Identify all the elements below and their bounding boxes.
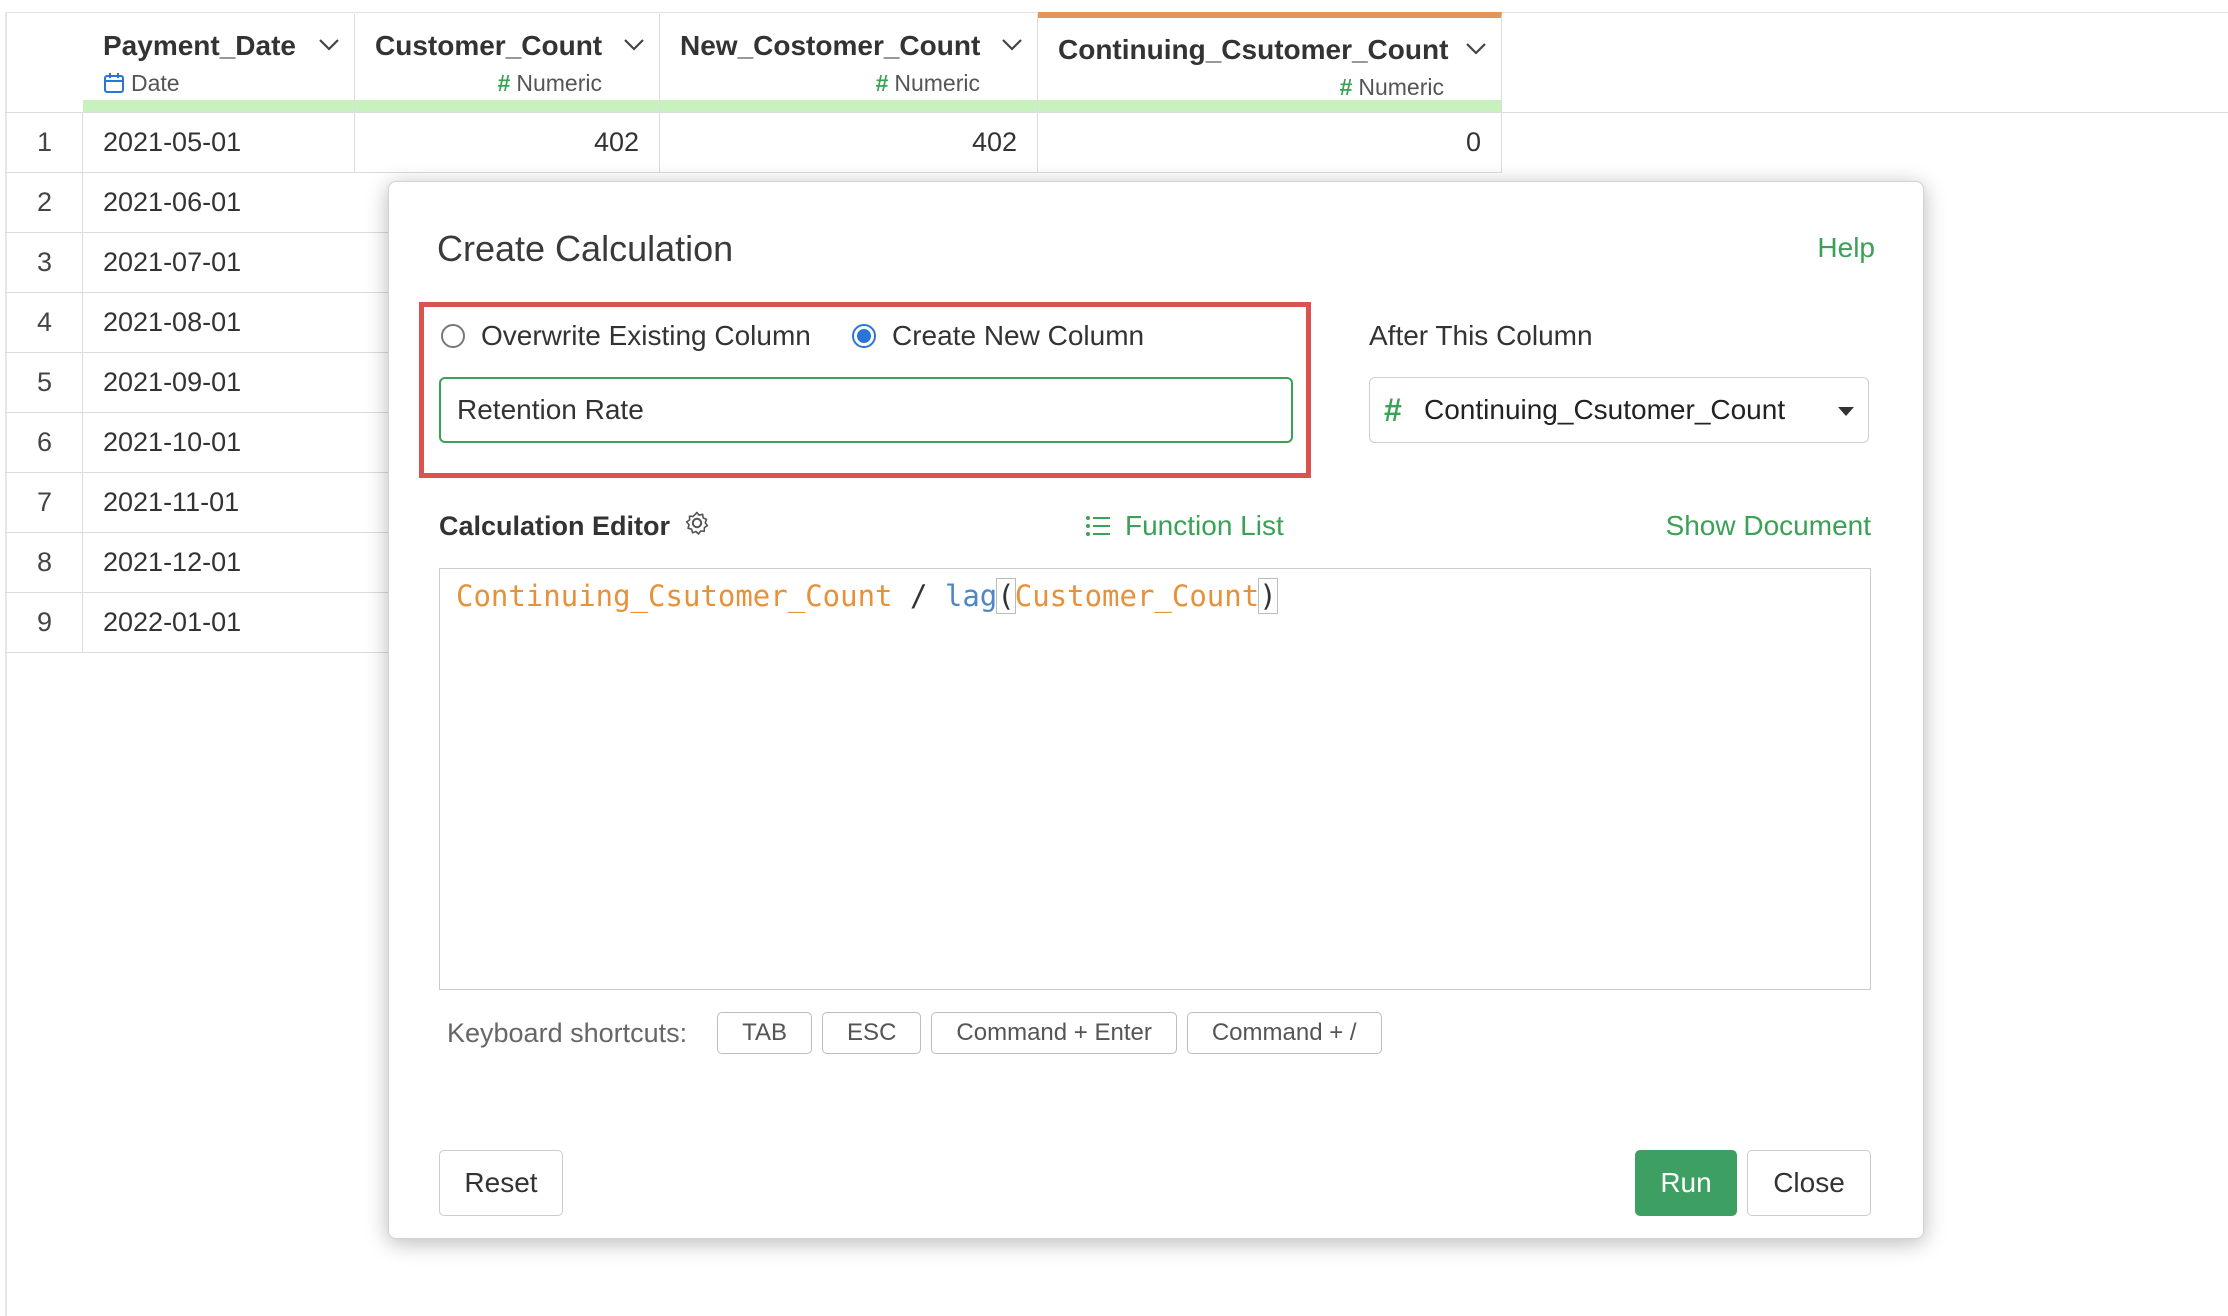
calendar-icon [103,72,125,100]
row-number: 1 [7,113,83,172]
column-type: # Numeric [498,70,602,97]
date-cell[interactable]: 2021-08-01 [83,293,390,352]
close-button[interactable]: Close [1747,1150,1871,1216]
radio-unchecked-icon[interactable] [441,324,465,348]
data-quality-bar [660,100,1037,112]
column-type: # Numeric [1340,74,1444,101]
shortcut-key: Command + / [1186,1012,1382,1054]
function-list-link[interactable]: Function List [1085,510,1284,544]
run-button[interactable]: Run [1635,1150,1737,1216]
chevron-down-icon[interactable] [1465,42,1487,61]
chevron-down-icon[interactable] [318,38,340,57]
column-name: New_Costomer_Count [680,30,981,61]
row-number: 6 [7,413,83,472]
after-column-label: After This Column [1369,320,1593,351]
keyboard-shortcuts-label: Keyboard shortcuts: [447,1017,688,1048]
dialog-title: Create Calculation [437,228,734,269]
data-quality-bar [355,100,659,112]
column-header-continuing-customer-count[interactable]: Continuing_Csutomer_Count # Numeric [1038,12,1502,112]
row-number: 8 [7,533,83,592]
shortcut-key: ESC [822,1012,922,1054]
date-cell[interactable]: 2021-10-01 [83,413,390,472]
token-paren-close: ) [1258,578,1278,614]
row-number: 3 [7,233,83,292]
column-name: Continuing_Csutomer_Count [1058,34,1449,65]
token-column: Continuing_Csutomer_Count [456,579,893,613]
function-list-label: Function List [1125,510,1284,541]
caret-down-icon[interactable] [1838,407,1854,416]
hash-icon: # [1339,74,1353,100]
row-number: 2 [7,173,83,232]
calculation-editor-heading: Calculation Editor [439,510,710,543]
row-number: 4 [7,293,83,352]
date-cell[interactable]: 2021-06-01 [83,173,390,232]
help-link[interactable]: Help [1817,232,1875,264]
shortcut-key: Command + Enter [931,1012,1177,1054]
row-number: 5 [7,353,83,412]
chevron-down-icon[interactable] [623,38,645,57]
radio-checked-icon[interactable] [852,324,876,348]
calculation-editor-label: Calculation Editor [439,511,671,541]
hash-icon: # [875,70,889,96]
keyboard-shortcuts: Keyboard shortcuts: TAB ESC Command + En… [447,1012,1392,1054]
column-header-customer-count[interactable]: Customer_Count # Numeric [355,14,660,112]
column-type-label: Numeric [894,70,980,96]
create-new-column-label: Create New Column [892,320,1145,351]
table-row[interactable]: 4 2021-08-01 [5,293,390,353]
column-header-new-customer-count[interactable]: New_Costomer_Count # Numeric [660,14,1038,112]
shortcut-key: TAB [717,1012,813,1054]
overwrite-existing-radio[interactable]: Overwrite Existing Column [441,320,811,352]
date-cell[interactable]: 2021-11-01 [83,473,390,532]
column-type-label: Date [131,70,180,96]
data-quality-bar [1038,100,1501,112]
column-type-label: Numeric [516,70,602,96]
date-cell[interactable]: 2021-07-01 [83,233,390,292]
column-type: Date [103,70,180,100]
token-paren-open: ( [996,578,1016,614]
date-cell[interactable]: 2021-05-01 [83,113,355,172]
reset-button[interactable]: Reset [439,1150,563,1216]
date-cell[interactable]: 2021-09-01 [83,353,390,412]
column-type-label: Numeric [1358,74,1444,100]
hash-icon: # [1384,392,1402,428]
after-column-value: Continuing_Csutomer_Count [1424,394,1786,425]
table-row[interactable]: 2 2021-06-01 [5,173,390,233]
chevron-down-icon[interactable] [1001,38,1023,57]
row-number: 9 [7,593,83,652]
gear-icon[interactable] [684,510,710,543]
column-name: Customer_Count [375,30,603,61]
token-operator: / [892,579,945,613]
customer-count-cell[interactable]: 402 [355,113,660,172]
date-cell[interactable]: 2021-12-01 [83,533,390,592]
token-function: lag [944,579,998,613]
table-row[interactable]: 8 2021-12-01 [5,533,390,593]
table-row[interactable]: 1 2021-05-01 402 402 0 [5,113,1502,173]
data-quality-bar [83,100,354,112]
hash-icon: # [497,70,511,96]
new-customer-count-cell[interactable]: 402 [660,113,1038,172]
row-number-header [7,14,84,112]
new-column-name-input[interactable] [439,377,1293,443]
table-row[interactable]: 5 2021-09-01 [5,353,390,413]
row-number: 7 [7,473,83,532]
table-row[interactable]: 3 2021-07-01 [5,233,390,293]
token-column: Customer_Count [1014,579,1260,613]
continuing-count-cell[interactable]: 0 [1038,113,1502,172]
after-column-select[interactable]: # Continuing_Csutomer_Count [1369,377,1869,443]
column-header-payment-date[interactable]: Payment_Date Date [83,14,355,112]
overwrite-existing-label: Overwrite Existing Column [481,320,811,351]
create-new-column-radio[interactable]: Create New Column [852,320,1144,352]
column-name: Payment_Date [103,30,296,61]
date-cell[interactable]: 2022-01-01 [83,593,390,652]
table-row[interactable]: 6 2021-10-01 [5,413,390,473]
table-row[interactable]: 7 2021-11-01 [5,473,390,533]
create-calculation-dialog: Create Calculation Help Overwrite Existi… [388,181,1924,1239]
expression-code[interactable]: Continuing_Csutomer_Count / lag(Customer… [456,578,1278,614]
table-row[interactable]: 9 2022-01-01 [5,593,390,653]
calculation-editor[interactable]: Continuing_Csutomer_Count / lag(Customer… [439,568,1871,990]
show-document-link[interactable]: Show Document [1666,510,1871,542]
list-icon [1085,512,1111,544]
column-type: # Numeric [876,70,980,97]
